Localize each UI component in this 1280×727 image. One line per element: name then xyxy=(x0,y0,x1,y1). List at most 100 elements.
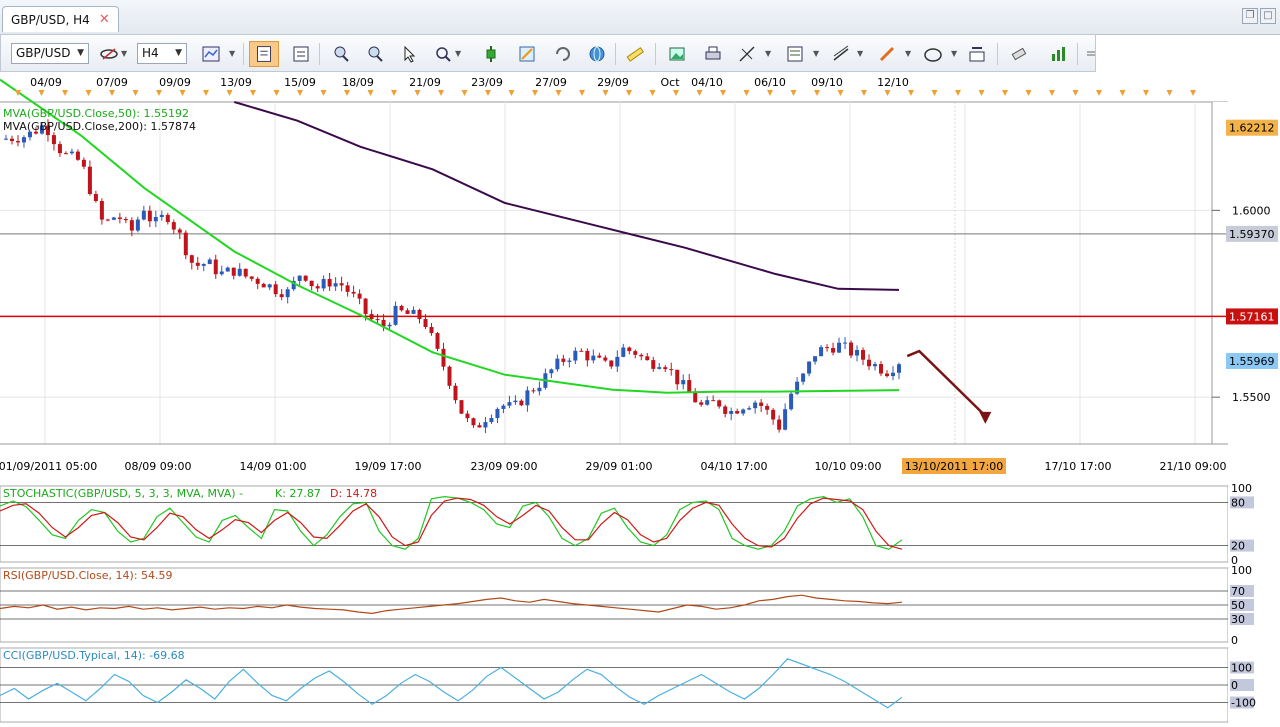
line-tool-icon[interactable] xyxy=(481,44,501,64)
indicator-tick-label: 0 xyxy=(1231,679,1238,692)
fibonacci-icon[interactable] xyxy=(737,44,757,64)
chevron-down-icon[interactable]: ▼ xyxy=(765,49,771,58)
chevron-down-icon[interactable]: ▼ xyxy=(455,49,461,58)
zoom-region-icon[interactable] xyxy=(433,44,453,64)
chevron-down-icon[interactable]: ▼ xyxy=(813,49,819,58)
indicator-tick-label: 100 xyxy=(1231,482,1252,495)
candle-body xyxy=(399,305,404,311)
more-icon[interactable] xyxy=(1081,44,1101,64)
chart-area[interactable]: MVA(GBP/USD.Close,50): 1.55192MVA(GBP/US… xyxy=(0,72,1280,727)
date-tick-top: 04/09 xyxy=(30,76,62,89)
candle-body xyxy=(219,271,224,275)
candle-body xyxy=(561,358,566,362)
screenshot-icon[interactable] xyxy=(667,44,687,64)
candle-body xyxy=(441,348,446,367)
candle-body xyxy=(747,408,752,410)
candle-body xyxy=(405,310,410,314)
candle-body xyxy=(723,406,728,414)
candle-body xyxy=(177,229,182,233)
candle-body xyxy=(639,354,644,357)
candle-body xyxy=(633,351,638,355)
chevron-down-icon[interactable]: ▼ xyxy=(951,49,957,58)
divider xyxy=(997,43,998,65)
candle-body xyxy=(855,349,860,356)
candle-body xyxy=(435,333,440,349)
refresh-icon[interactable] xyxy=(553,44,573,64)
candle-body xyxy=(75,151,80,160)
price-tick-label: 1.5500 xyxy=(1232,391,1271,404)
ma200-line xyxy=(234,101,900,291)
maximize-icon[interactable]: □ xyxy=(1260,8,1276,24)
candle-body xyxy=(483,422,488,428)
zoom-out-icon[interactable] xyxy=(365,44,385,64)
date-tick-bottom: 04/10 17:00 xyxy=(701,460,768,473)
stochastic-k-label: K: 27.87 xyxy=(275,487,321,500)
candle-body xyxy=(825,347,830,349)
toolbar: GBP/USD ▼ ▼ H4 ▼ ▼ ▼ ▼ ▼ ▼ ▼ ▼ xyxy=(0,34,1096,72)
candle-body xyxy=(735,411,740,414)
candle-body xyxy=(585,350,590,361)
chevron-down-icon[interactable]: ▼ xyxy=(121,49,127,58)
date-tick-top: 06/10 xyxy=(754,76,786,89)
divider xyxy=(1077,43,1078,65)
close-icon[interactable]: ✕ xyxy=(99,7,110,33)
symbol-select[interactable]: GBP/USD ▼ xyxy=(11,43,89,64)
candle-body xyxy=(369,314,374,320)
trendline-icon[interactable] xyxy=(831,44,851,64)
candle-body xyxy=(687,380,692,393)
chevron-down-icon[interactable]: ▼ xyxy=(857,49,863,58)
pencil-icon[interactable] xyxy=(517,44,537,64)
candle-body xyxy=(453,385,458,401)
candle-body xyxy=(465,413,470,419)
candle-body xyxy=(189,255,194,263)
ellipse-icon[interactable] xyxy=(923,44,943,64)
candle-body xyxy=(489,418,494,423)
candle-body xyxy=(513,400,518,403)
candle-body xyxy=(831,347,836,353)
divider xyxy=(655,43,656,65)
candle-body xyxy=(765,405,770,410)
ruler-icon[interactable] xyxy=(625,44,645,64)
rsi-label: RSI(GBP/USD.Close, 14): 54.59 xyxy=(3,569,173,582)
eraser-icon[interactable] xyxy=(1009,44,1029,64)
indicators-list-icon[interactable] xyxy=(785,44,805,64)
date-tick-top: 07/09 xyxy=(96,76,128,89)
candle-body xyxy=(807,361,812,374)
candle-body xyxy=(207,259,212,265)
chevron-down-icon[interactable]: ▼ xyxy=(229,49,235,58)
timeframe-select[interactable]: H4 ▼ xyxy=(137,43,187,64)
candle-body xyxy=(51,135,56,145)
candle-body xyxy=(549,369,554,374)
date-tick-bottom: 14/09 01:00 xyxy=(240,460,307,473)
candle-body xyxy=(213,259,218,275)
restore-icon[interactable]: ❐ xyxy=(1242,8,1258,24)
indicator-icon[interactable] xyxy=(291,44,311,64)
candle-body xyxy=(417,309,422,320)
candle-body xyxy=(819,347,824,357)
chevron-down-icon[interactable]: ▼ xyxy=(905,49,911,58)
candle-body xyxy=(69,151,74,154)
print-icon[interactable] xyxy=(703,44,723,64)
timeframe-value: H4 xyxy=(142,46,159,60)
indicator-tick-label: 0 xyxy=(1231,634,1238,647)
date-tick-bottom: 10/10 09:00 xyxy=(815,460,882,473)
candle-body xyxy=(879,364,884,374)
candle-body xyxy=(471,418,476,426)
brush-icon[interactable] xyxy=(877,44,897,64)
template-icon[interactable] xyxy=(249,41,279,67)
chart-type-icon[interactable] xyxy=(99,44,119,64)
globe-icon[interactable] xyxy=(587,44,607,64)
indicator-tick-label: 50 xyxy=(1231,599,1245,612)
candle-body xyxy=(81,159,86,167)
indicators-icon[interactable] xyxy=(1049,44,1069,64)
candle-body xyxy=(621,347,626,357)
candle-body xyxy=(783,409,788,430)
candle-body xyxy=(393,305,398,325)
price-label: 1.55969 xyxy=(1229,355,1275,368)
candle-body xyxy=(555,358,560,370)
text-tool-icon[interactable] xyxy=(967,44,987,64)
bar-chart-icon[interactable] xyxy=(201,44,221,64)
tab-gbpusd-h4[interactable]: GBP/USD, H4 ✕ xyxy=(2,6,119,32)
pointer-icon[interactable] xyxy=(399,44,419,64)
zoom-in-icon[interactable] xyxy=(331,44,351,64)
